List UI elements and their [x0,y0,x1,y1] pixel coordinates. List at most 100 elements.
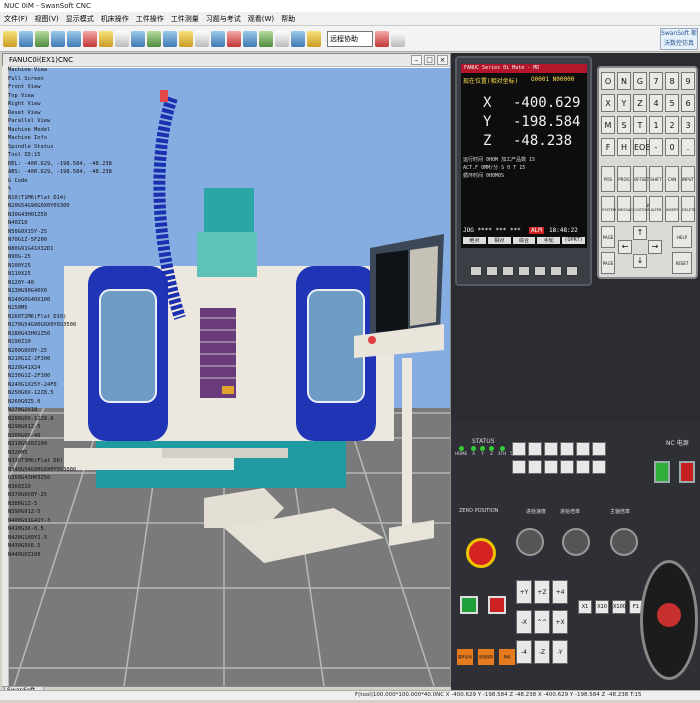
tree-item[interactable]: N160T2M6(Flat D10) [8,313,108,322]
cursor-key[interactable]: ↑ [633,226,647,240]
help-key[interactable]: HELP [672,226,692,248]
tree-item[interactable]: Full Screen [8,75,108,84]
machine-icon[interactable] [35,30,49,47]
keypad-key[interactable]: 5 [665,94,679,112]
tree-item[interactable]: N150M5 [8,304,108,313]
cycle-key[interactable]: 单段 [498,648,516,666]
tree-item[interactable]: N340G54G90G0X0Y0S3000 [8,466,108,475]
tree-item[interactable]: N130G90G40X0 [8,287,108,296]
menu-item[interactable]: 显示模式 [66,12,94,25]
panel-function-button[interactable] [576,460,590,474]
panel-function-button[interactable] [528,460,542,474]
close-button[interactable]: × [437,55,448,65]
tree-item[interactable]: N280G0X-12Z8.8 [8,415,108,424]
reset-key[interactable]: RESET [672,252,692,274]
tree-item[interactable]: N70G1Z-5F200 [8,236,108,245]
tree-item[interactable]: N260G0Z5.0 [8,398,108,407]
maximize-button[interactable]: □ [424,55,435,65]
function-key[interactable]: PROG [617,166,631,192]
view-front-icon[interactable] [51,30,65,47]
menu-item[interactable]: 工件测量 [171,12,199,25]
keypad-key[interactable]: O [601,72,615,90]
record-icon[interactable] [259,30,273,47]
tree-item[interactable]: N240G1X25Y-24F0 [8,381,108,390]
handwheel[interactable] [640,560,698,680]
menu-item[interactable]: 文件(F) [4,12,28,25]
tree-item[interactable]: N390G91Z-5 [8,508,108,517]
settings-icon[interactable] [243,30,257,47]
cursor-key[interactable]: → [648,240,662,254]
tree-item[interactable]: N310G0X0Z100 [8,440,108,449]
minimize-button[interactable]: – [411,55,422,65]
panel-function-button[interactable] [592,460,606,474]
coolant-icon[interactable] [211,30,225,47]
tree-item[interactable]: Machine Model [8,126,108,135]
jog-key[interactable]: -Z [534,640,550,664]
tree-item[interactable]: Reset View [8,109,108,118]
tree-item[interactable]: N110X25 [8,270,108,279]
step-key[interactable]: X100 [612,600,626,614]
menu-item[interactable]: 视图(V) [35,12,59,25]
tool-icon[interactable] [83,30,97,47]
tree-item[interactable]: N350G43H03Z50 [8,474,108,483]
save-icon[interactable] [19,30,33,47]
tree-item[interactable]: N180G43H02Z50 [8,330,108,339]
keypad-key[interactable]: S [617,116,631,134]
function-key[interactable]: CAN [665,166,679,192]
tree-item[interactable]: N190Z10 [8,338,108,347]
tree-item[interactable]: N370G0X0Y-25 [8,491,108,500]
keypad-key[interactable]: Y [617,94,631,112]
softkey-button[interactable] [534,266,546,276]
nc-power-on-button[interactable] [654,461,670,483]
function-key[interactable]: OFFSET SETTING [633,166,651,208]
panel-function-button[interactable] [544,460,558,474]
keypad-key[interactable]: X [601,94,615,112]
page-key[interactable]: PAGE [601,226,615,248]
exit-icon[interactable] [391,30,405,47]
tree-item[interactable]: N290G01Z-5 [8,423,108,432]
tree-item[interactable]: N200G0X0Y-25 [8,347,108,356]
keypad-key[interactable]: Z [633,94,647,112]
keypad-key[interactable]: - [649,138,663,156]
softkey-button[interactable] [486,266,498,276]
tree-item[interactable]: N270G2X18 [8,406,108,415]
tree-item[interactable]: N230G1Z-2F300 [8,372,108,381]
menu-item[interactable]: 习题与考试 [206,12,241,25]
view-top-icon[interactable] [67,30,81,47]
jog-key[interactable]: +X [552,610,568,634]
function-key[interactable]: POS [601,166,615,192]
function-key[interactable]: INSERT [665,196,679,222]
menu-item[interactable]: 工件操作 [136,12,164,25]
panel-function-button[interactable] [560,442,574,456]
jog-key[interactable]: -Y [552,640,568,664]
spindle-override-knob[interactable] [610,528,638,556]
tree-item[interactable]: N40Z10 [8,219,108,228]
keypad-key[interactable]: H [617,138,631,156]
keypad-key[interactable]: 0 [665,138,679,156]
keypad-key[interactable]: 7 [649,72,663,90]
cursor-key[interactable]: ← [618,240,632,254]
help-icon[interactable] [307,30,321,47]
keypad-key[interactable]: 9 [681,72,695,90]
rotate-icon[interactable] [131,30,145,47]
tree-item[interactable]: % [8,185,108,194]
tree-item[interactable]: N100Y25 [8,262,108,271]
function-key[interactable]: DELETE [681,196,695,222]
open-file-icon[interactable] [3,30,17,47]
tree-item[interactable]: N330T3M6(Flat D6) [8,457,108,466]
tree-item[interactable]: N140G0G40X100 [8,296,108,305]
step-key[interactable]: X10 [595,600,609,614]
tree-item[interactable]: N220G41X24 [8,364,108,373]
softkey-button[interactable] [518,266,530,276]
function-key[interactable]: MESSAGE [617,196,635,222]
keypad-key[interactable]: EOB [633,138,651,156]
tree-item[interactable]: N410G3X-8.5 [8,525,108,534]
jog-key[interactable]: +Y [516,580,532,604]
tree-item[interactable]: REL: -400.629, -198.584, -48.238 [8,160,112,169]
tree-item[interactable]: Tool ID:15 [8,151,108,160]
keypad-key[interactable]: 4 [649,94,663,112]
page-key[interactable]: PAGE [601,252,615,274]
panel-function-button[interactable] [512,442,526,456]
softkey-button[interactable] [470,266,482,276]
tree-item[interactable]: G Code [8,177,108,186]
